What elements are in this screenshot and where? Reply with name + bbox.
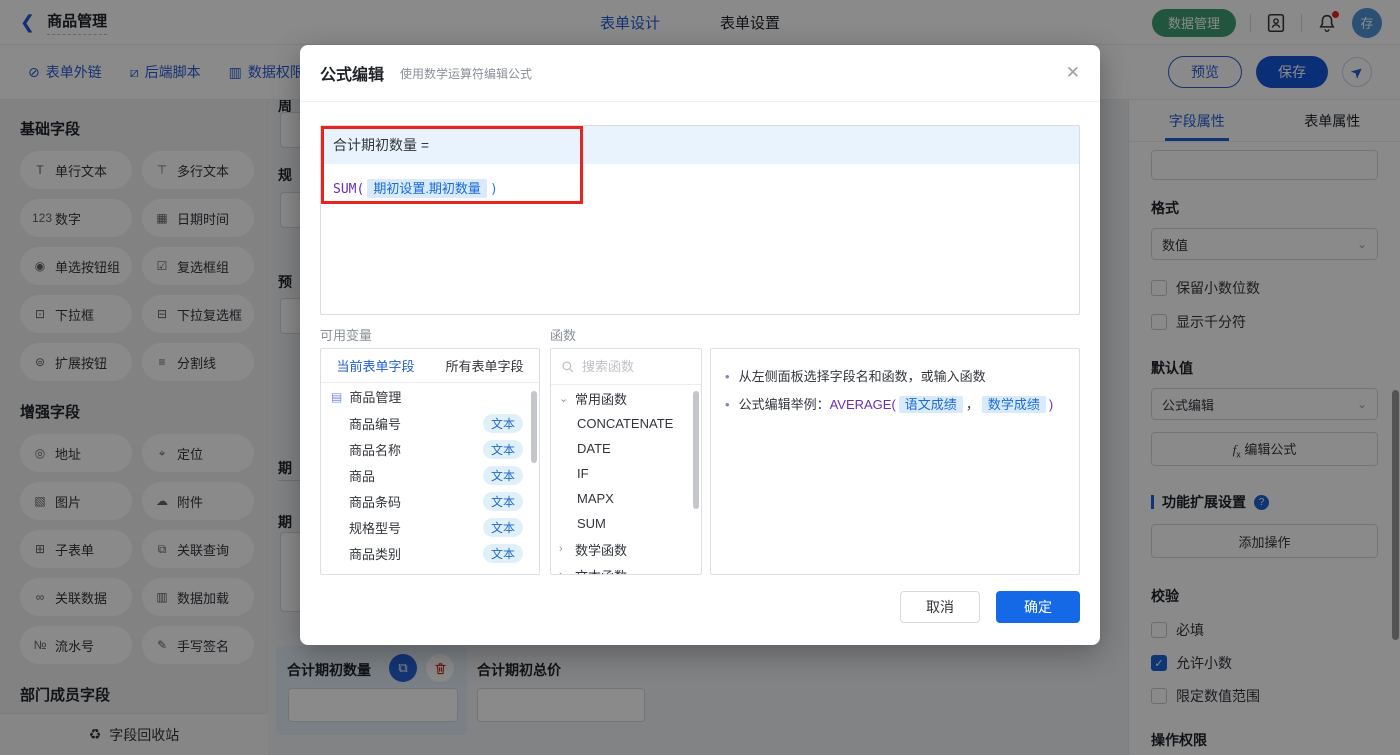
field-type-badge: 文本 xyxy=(482,543,523,563)
close-icon[interactable]: ✕ xyxy=(1066,63,1080,83)
formula-target-label: 合计期初数量 = xyxy=(333,137,430,153)
function-group-label: 数学函数 xyxy=(575,542,628,558)
modal-subtitle: 使用数学运算符编辑公式 xyxy=(400,66,533,81)
example-close-paren: ) xyxy=(1048,397,1054,412)
variable-field-name: 商品 xyxy=(349,468,376,484)
function-search-box[interactable] xyxy=(551,349,701,385)
example-function: AVERAGE( xyxy=(829,397,896,412)
search-icon xyxy=(562,360,574,372)
help-tip: • 从左侧面板选择字段名和函数，或输入函数 xyxy=(725,367,1065,387)
scrollbar-thumb[interactable] xyxy=(531,391,537,463)
chevron-down-icon: ⌄ xyxy=(559,392,569,405)
cancel-button[interactable]: 取消 xyxy=(900,591,980,623)
function-item[interactable]: SUM xyxy=(551,511,701,536)
tree-root-label: 商品管理 xyxy=(349,390,402,405)
help-example-text: 公式编辑举例：AVERAGE(语文成绩，数学成绩) xyxy=(738,395,1054,415)
function-item[interactable]: CONCATENATE xyxy=(551,411,701,436)
field-type-badge: 文本 xyxy=(482,439,523,459)
functions-panel-label: 函数 xyxy=(550,328,577,343)
function-groups-collapsed: › 数学函数 › 文本函数 xyxy=(551,536,701,575)
function-item[interactable]: DATE xyxy=(551,436,701,461)
help-panel: • 从左侧面板选择字段名和函数，或输入函数 • 公式编辑举例：AVERAGE(语… xyxy=(710,348,1080,575)
formula-editor-modal: 公式编辑 使用数学运算符编辑公式 ✕ 合计期初数量 = SUM(期初设置.期初数… xyxy=(300,45,1100,645)
chevron-right-icon: › xyxy=(559,543,563,555)
variable-field-name: 商品名称 xyxy=(349,442,402,458)
variables-field-list: 商品编号 文本 商品名称 文本 商品 文本 商品条码 文本 规格型号 文本 商品… xyxy=(321,410,539,566)
variable-field-name: 商品条码 xyxy=(349,494,402,510)
tab-all-form-fields[interactable]: 所有表单字段 xyxy=(430,349,539,382)
function-item[interactable]: IF xyxy=(551,461,701,486)
variable-field-row[interactable]: 商品类别 文本 xyxy=(321,540,539,566)
function-group-collapsed[interactable]: › 文本函数 xyxy=(551,562,701,575)
variable-field-row[interactable]: 商品条码 文本 xyxy=(321,488,539,514)
help-example: • 公式编辑举例：AVERAGE(语文成绩，数学成绩) xyxy=(725,395,1065,415)
example-chip: 数学成绩 xyxy=(981,396,1046,413)
variable-field-name: 商品编号 xyxy=(349,416,402,432)
example-prefix: 公式编辑举例： xyxy=(738,397,830,412)
modal-titlebar: 公式编辑 使用数学运算符编辑公式 ✕ xyxy=(300,45,1100,102)
bullet-icon: • xyxy=(725,369,730,384)
function-group-collapsed[interactable]: › 数学函数 xyxy=(551,536,701,562)
variable-field-name: 商品类别 xyxy=(349,546,402,562)
field-type-badge: 文本 xyxy=(482,413,523,433)
chevron-right-icon: › xyxy=(559,569,563,575)
function-item[interactable]: MAPX xyxy=(551,486,701,511)
field-type-badge: 文本 xyxy=(482,465,523,485)
formula-close-paren: ) xyxy=(489,182,498,197)
help-tip-text: 从左侧面板选择字段名和函数，或输入函数 xyxy=(738,369,986,384)
formula-editor-area[interactable]: 合计期初数量 = SUM(期初设置.期初数量) xyxy=(320,125,1080,315)
variable-field-row[interactable]: 商品编号 文本 xyxy=(321,410,539,436)
formula-expression[interactable]: SUM(期初设置.期初数量) xyxy=(321,164,1079,211)
modal-footer: 取消 确定 xyxy=(900,591,1080,623)
function-list: CONCATENATE DATE IF MAPX SUM xyxy=(551,411,701,536)
variables-tree-root[interactable]: ▤ 商品管理 xyxy=(321,383,539,410)
field-type-badge: 文本 xyxy=(482,491,523,511)
variables-panel: 当前表单字段 所有表单字段 ▤ 商品管理 商品编号 文本 商品名称 文本 商品 … xyxy=(320,348,540,575)
formula-target-row: 合计期初数量 = xyxy=(321,126,1079,164)
variables-panel-label: 可用变量 xyxy=(320,328,373,343)
functions-panel: ⌄ 常用函数 CONCATENATEDATEIFMAPXSUM › 数学函数 ›… xyxy=(550,348,702,575)
confirm-button[interactable]: 确定 xyxy=(996,591,1080,623)
modal-title: 公式编辑 xyxy=(320,67,385,84)
scrollbar-thumb[interactable] xyxy=(693,391,699,509)
variable-field-row[interactable]: 规格型号 文本 xyxy=(321,514,539,540)
variables-tabs: 当前表单字段 所有表单字段 xyxy=(321,349,539,383)
variable-field-row[interactable]: 商品名称 文本 xyxy=(321,436,539,462)
bullet-icon: • xyxy=(725,397,730,412)
formula-field-chip[interactable]: 期初设置.期初数量 xyxy=(367,179,487,198)
variable-field-row[interactable]: 商品 文本 xyxy=(321,462,539,488)
field-type-badge: 文本 xyxy=(482,517,523,537)
function-group-common[interactable]: ⌄ 常用函数 xyxy=(551,385,701,411)
function-group-label: 文本函数 xyxy=(575,566,627,575)
form-document-icon: ▤ xyxy=(331,389,343,404)
function-group-label: 常用函数 xyxy=(575,391,628,407)
function-search-input[interactable] xyxy=(582,359,682,374)
tab-current-form-fields[interactable]: 当前表单字段 xyxy=(321,349,430,382)
example-chip: 语文成绩 xyxy=(898,396,963,413)
formula-function-token: SUM( xyxy=(333,182,365,197)
variable-field-name: 规格型号 xyxy=(349,520,402,536)
example-comma: ， xyxy=(965,397,979,412)
